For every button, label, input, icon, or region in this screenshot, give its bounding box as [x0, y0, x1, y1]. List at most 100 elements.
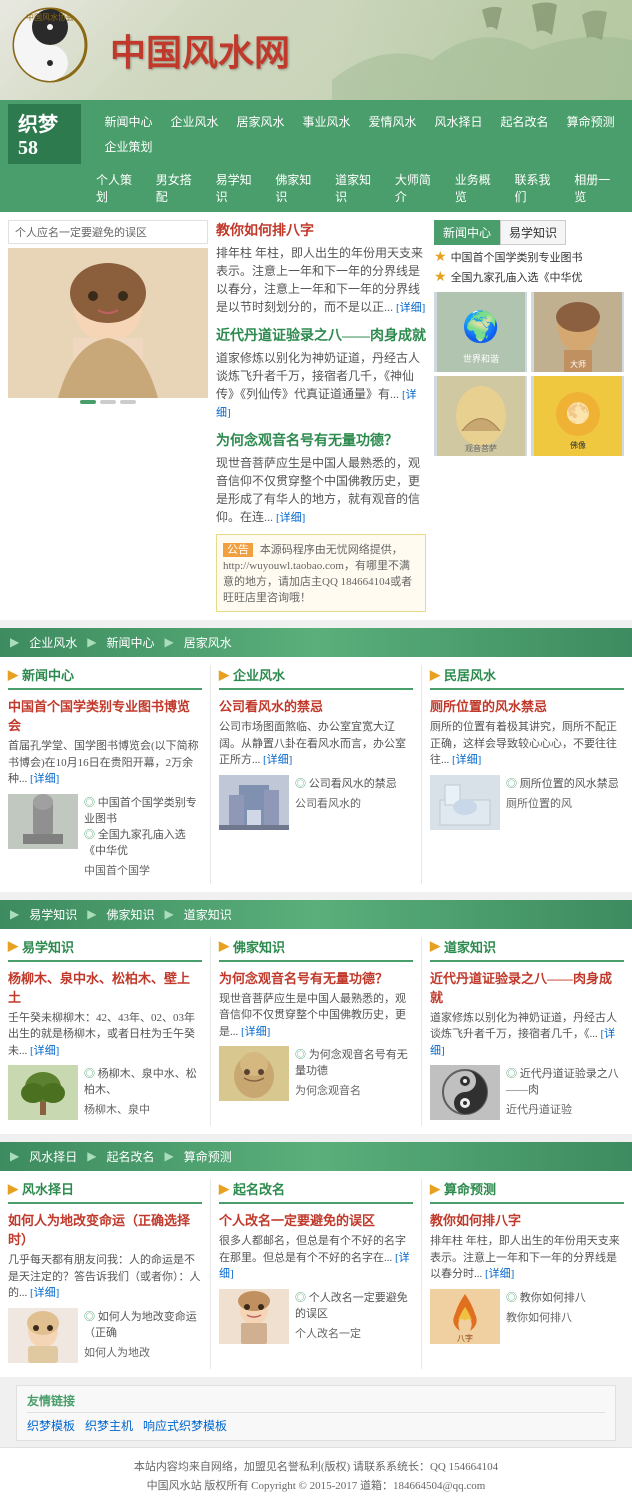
arrow-icon-4: ▶ [10, 907, 19, 922]
sec-nav-news[interactable]: 新闻中心 [106, 634, 154, 651]
news-article-title[interactable]: 中国首个国学类别专业图书博览会 [8, 696, 202, 734]
news-sub-link-1[interactable]: 中国首个国学类别专业图书 [84, 794, 202, 826]
nav-fortune[interactable]: 算命预测 [559, 110, 623, 133]
sec-nav-home[interactable]: 居家风水 [184, 634, 232, 651]
taoism-title[interactable]: 近代丹道证验录之八——肉身成就 [430, 968, 624, 1006]
friend-link-1[interactable]: 织梦模板 [27, 1417, 75, 1434]
news-text-1[interactable]: 中国首个国学类别专业图书 [451, 249, 583, 265]
fortune-link[interactable]: [详细] [485, 1268, 514, 1280]
fortune-thumb-row: 八字 教你如何排八 教你如何排八 [430, 1289, 624, 1344]
fengshui-day-sub-link-1[interactable]: 如何人为地改变命运（正确 [84, 1308, 202, 1340]
naming-title[interactable]: 个人改名一定要避免的误区 [219, 1210, 413, 1229]
nav-news-center[interactable]: 新闻中心 [96, 110, 160, 133]
nav-services[interactable]: 业务概览 [447, 168, 505, 208]
naming-col: ▶ 起名改名 个人改名一定要避免的误区 很多人都邮名，但总是有个不好的名字在那里… [219, 1179, 413, 1369]
buddhism-sub-link-1[interactable]: 为何念观音名号有无量功德 [295, 1046, 413, 1078]
news-text-2[interactable]: 全国九家孔庙入选《中华优 [451, 269, 583, 285]
friend-links-list: 织梦模板 织梦主机 响应式织梦模板 [27, 1417, 605, 1434]
middle-articles: 教你如何排八字 排年柱 年柱，即人出生的年份用天支来表示。注意上一年和下一年的分… [216, 220, 426, 612]
taoism-thumb-row: 近代丹道证验录之八——肉 近代丹道证验 [430, 1065, 624, 1120]
enterprise-article-title[interactable]: 公司看风水的禁忌 [219, 696, 413, 715]
nav-career-fengshui[interactable]: 事业风水 [295, 110, 359, 133]
nav-yixue[interactable]: 易学知识 [208, 168, 266, 208]
hot-tab-news[interactable]: 新闻中心 [434, 220, 500, 245]
col-sep-6 [421, 1179, 422, 1369]
sec-nav-naming[interactable]: 起名改名 [106, 1148, 154, 1165]
nav-home-fengshui[interactable]: 居家风水 [228, 110, 292, 133]
sec-nav-fortune[interactable]: 算命预测 [184, 1148, 232, 1165]
naming-thumb-row: 个人改名一定要避免的误区 个人改名一定 [219, 1289, 413, 1344]
col-sep-2 [421, 665, 422, 884]
sec-nav-buddhism[interactable]: 佛家知识 [106, 906, 154, 923]
news-thumb [8, 794, 78, 849]
fengshui-day-link[interactable]: [详细] [30, 1287, 59, 1299]
notice-box: 公告 本源码程序由无忧网络提供，http://wuyouwl.taobao.co… [216, 534, 426, 612]
nav-enterprise-fengshui[interactable]: 企业风水 [162, 110, 226, 133]
buddhism-title[interactable]: 为何念观音名号有无量功德？ [219, 968, 413, 987]
news-item-1: ★ 中国首个国学类别专业图书 [434, 249, 624, 266]
news-detail-link[interactable]: [详细] [30, 773, 59, 785]
yixue-text: 壬午癸未柳柳木：42、43年、02、03年出生的就是杨柳木，或者日柱为壬午癸未.… [8, 1010, 202, 1060]
arrow-icon-8: ▶ [87, 1149, 96, 1164]
article1-title[interactable]: 教你如何排八字 [216, 220, 426, 240]
enterprise-icon: ▶ [219, 667, 229, 683]
svg-text:中国风水协会: 中国风水协会 [26, 12, 74, 22]
yixue-link[interactable]: [详细] [30, 1045, 59, 1057]
naming-sub-link-1[interactable]: 个人改名一定要避免的误区 [295, 1289, 413, 1321]
nav-buddhism[interactable]: 佛家知识 [267, 168, 325, 208]
hot-img-1: 🌍 世界和谐 [434, 292, 527, 372]
home-article-title[interactable]: 厕所位置的风水禁忌 [430, 696, 624, 715]
article3-title[interactable]: 为何念观音名号有无量功德？ [216, 430, 426, 450]
sec-nav-taoism[interactable]: 道家知识 [184, 906, 232, 923]
home-sub-link-1[interactable]: 厕所位置的风水禁忌 [506, 775, 619, 791]
svg-text:🌍: 🌍 [462, 309, 499, 344]
article3-link[interactable]: [详细] [276, 512, 305, 524]
three-col-section-2: ▶ 易学知识 杨柳木、泉中水、松柏木、壁上土 壬午癸未柳柳木：42、43年、02… [0, 929, 632, 1135]
nav-brand[interactable]: 织梦58 [8, 104, 81, 164]
home-detail-link[interactable]: [详细] [452, 754, 481, 766]
enterprise-detail-link[interactable]: [详细] [263, 754, 292, 766]
nav-match[interactable]: 男女搭配 [148, 168, 206, 208]
article2-title[interactable]: 近代丹道证验录之八——肉身成就 [216, 325, 426, 345]
fortune-thumb-text: 教你如何排八 教你如何排八 [506, 1289, 586, 1344]
enterprise-sub-link-1[interactable]: 公司看风水的禁忌 [295, 775, 397, 791]
naming-icon: ▶ [219, 1181, 229, 1197]
yixue-title[interactable]: 杨柳木、泉中水、松柏木、壁上土 [8, 968, 202, 1006]
nav-naming[interactable]: 起名改名 [493, 110, 557, 133]
sec-nav-fengshui-day[interactable]: 风水择日 [29, 1148, 77, 1165]
site-header: 中国风水协会 中国风水网 [0, 0, 632, 100]
sec-nav-enterprise[interactable]: 企业风水 [29, 634, 77, 651]
fortune-title[interactable]: 教你如何排八字 [430, 1210, 624, 1229]
friend-link-2[interactable]: 织梦主机 [85, 1417, 133, 1434]
fortune-sub-link-1[interactable]: 教你如何排八 [506, 1289, 586, 1305]
news-sub-link-2[interactable]: 全国九家孔庙入选《中华优 [84, 826, 202, 858]
nav-contact[interactable]: 联系我们 [506, 168, 564, 208]
nav-fengshui-day[interactable]: 风水择日 [427, 110, 491, 133]
buddhism-thumb-row: 为何念观音名号有无量功德 为何念观音名 [219, 1046, 413, 1101]
article1-link[interactable]: [详细] [396, 302, 425, 314]
fengshui-day-title[interactable]: 如何人为地改变命运（正确选择时） [8, 1210, 202, 1248]
site-footer: 本站内容均来自网络，加盟见名誉私利(版权) 请联系系统长：QQ 15466410… [0, 1447, 632, 1507]
article1-text: 排年柱 年柱，即人出生的年份用天支来表示。注意上一年和下一年的分界线是以春分，注… [216, 244, 426, 317]
home-thumb [430, 775, 500, 830]
hot-tab-yixue[interactable]: 易学知识 [500, 220, 566, 245]
nav-biz-plan[interactable]: 企业策划 [96, 135, 160, 158]
news-center-header: ▶ 新闻中心 [8, 665, 202, 690]
taoism-col: ▶ 道家知识 近代丹道证验录之八——肉身成就 道家修炼以别化为神奶证道，丹经古人… [430, 937, 624, 1127]
taoism-thumb-text: 近代丹道证验录之八——肉 近代丹道证验 [506, 1065, 624, 1120]
home-col: ▶ 民居风水 厕所位置的风水禁忌 厕所的位置有着极其讲究，厕所不配正正确，这样会… [430, 665, 624, 884]
friend-link-3[interactable]: 响应式织梦模板 [143, 1417, 227, 1434]
nav-taoism[interactable]: 道家知识 [327, 168, 385, 208]
col-sep-4 [421, 937, 422, 1127]
naming-thumb-text: 个人改名一定要避免的误区 个人改名一定 [295, 1289, 413, 1344]
taoism-sub-link-1[interactable]: 近代丹道证验录之八——肉 [506, 1065, 624, 1097]
nav-love-fengshui[interactable]: 爱情风水 [361, 110, 425, 133]
yixue-sub-link-1[interactable]: 杨柳木、泉中水、松柏木、 [84, 1065, 202, 1097]
nav-personal-plan[interactable]: 个人策划 [88, 168, 146, 208]
naming-thumb-label: 个人改名一定 [295, 1325, 413, 1341]
home-thumb-label: 厕所位置的风 [506, 795, 619, 811]
nav-master[interactable]: 大师简介 [387, 168, 445, 208]
nav-gallery[interactable]: 相册一览 [566, 168, 624, 208]
sec-nav-yixue[interactable]: 易学知识 [29, 906, 77, 923]
buddhism-link[interactable]: [详细] [241, 1026, 270, 1038]
